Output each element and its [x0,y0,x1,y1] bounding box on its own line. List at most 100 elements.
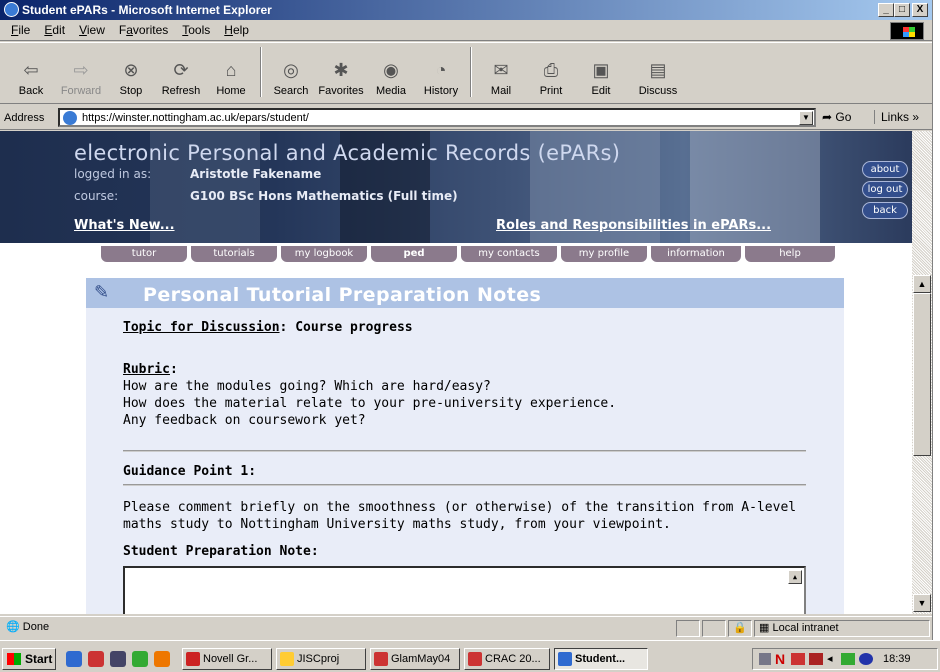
scroll-down-button[interactable]: ▼ [913,594,931,612]
topic-label[interactable]: Topic for Discussion [123,320,280,335]
scroll-thumb[interactable] [913,293,931,456]
status-text: 🌐 Done [6,621,50,633]
task-glammay04[interactable]: GlamMay04 [370,648,460,670]
roles-link[interactable]: Roles and Responsibilities in ePARs... [496,218,771,233]
home-icon: ⌂ [225,59,237,80]
address-dropdown-button[interactable]: ▼ [799,111,813,125]
rubric-text: How are the modules going? Which are har… [123,379,491,394]
address-bar: Address https://winster.nottingham.ac.uk… [0,106,932,130]
topic-value: : Course progress [279,320,413,335]
novell-icon[interactable] [132,651,148,667]
tray-app-icon[interactable] [841,653,855,665]
rubric-text: Any feedback on coursework yet? [123,413,366,428]
folder-icon [280,652,294,666]
page-done-icon: 🌐 [6,621,20,633]
address-input[interactable]: https://winster.nottingham.ac.uk/epars/s… [58,108,816,127]
desktop-icon[interactable] [110,651,126,667]
network-icon[interactable] [759,653,771,665]
tray-app-icon[interactable] [809,653,823,665]
menu-tools[interactable]: Tools [175,23,217,37]
desktop-edge [932,0,940,672]
menu-view[interactable]: View [72,23,112,37]
user-name: Aristotle Fakename [190,167,322,181]
acrobat-icon[interactable] [88,651,104,667]
tray-ie-icon[interactable] [859,653,873,665]
close-button[interactable]: X [912,3,928,17]
whats-new-link[interactable]: What's New... [74,218,175,233]
windows-flag-icon [7,653,21,665]
edit-icon: ▣ [592,59,610,80]
back-nav-button[interactable]: back [862,202,908,219]
tab-my-logbook[interactable]: my logbook [281,246,367,262]
powerpoint-icon [374,652,388,666]
tab-my-profile[interactable]: my profile [561,246,647,262]
novell-n-icon[interactable]: N [775,649,785,669]
edit-button[interactable]: ▣ Edit [576,43,626,101]
minimize-button[interactable]: _ [878,3,894,17]
back-button[interactable]: ⇦ Back [6,43,56,101]
logged-in-label: logged in as: [74,167,152,181]
tab-tutorials[interactable]: tutorials [191,246,277,262]
student-note-textarea[interactable]: ▲ [123,566,806,614]
address-url: https://winster.nottingham.ac.uk/epars/s… [82,111,309,124]
search-button[interactable]: ◎ Search [266,43,316,101]
mail-icon: ✉ [493,59,509,80]
tab-information[interactable]: information [651,246,741,262]
about-button[interactable]: about [862,161,908,178]
task-crac[interactable]: CRAC 20... [464,648,550,670]
clock[interactable]: 18:39 [883,649,911,669]
toolbar-separator [260,47,262,97]
menu-favorites[interactable]: Favorites [112,23,175,37]
task-novell[interactable]: Novell Gr... [182,648,272,670]
refresh-button[interactable]: ⟳ Refresh [156,43,206,101]
discuss-icon: ▤ [649,59,667,80]
forward-button[interactable]: ⇨ Forward [56,43,106,101]
task-student[interactable]: Student... [554,648,648,670]
history-icon: ◔ [435,59,447,80]
window-title: Student ePARs - Microsoft Internet Explo… [22,3,272,17]
media-player-icon[interactable] [154,651,170,667]
mail-button[interactable]: ✉ Mail [476,43,526,101]
discuss-button[interactable]: ▤ Discuss [626,43,690,101]
tab-tutor[interactable]: tutor [101,246,187,262]
home-button[interactable]: ⌂ Home [206,43,256,101]
guidance-text: Please comment briefly on the smoothness… [123,500,797,515]
maximize-button[interactable]: □ [894,3,910,17]
textarea-scroll-up-icon[interactable]: ▲ [788,570,802,584]
volume-icon[interactable]: ◂ [827,649,833,669]
search-icon: ◎ [283,59,299,80]
tray-app-icon[interactable] [791,653,805,665]
stop-button[interactable]: ⊗ Stop [106,43,156,101]
menu-file[interactable]: File [4,23,37,37]
lock-icon: 🔒 [728,620,752,637]
title-bar: Student ePARs - Microsoft Internet Explo… [0,0,932,20]
ie-quicklaunch-icon[interactable] [66,651,82,667]
menu-help[interactable]: Help [217,23,256,37]
menu-edit[interactable]: Edit [37,23,72,37]
page-viewport: electronic Personal and Academic Records… [0,131,912,614]
rubric-line: Rubric: [123,362,178,377]
logout-button[interactable]: log out [862,181,908,198]
favorites-button[interactable]: ✱ Favorites [316,43,366,101]
media-button[interactable]: ◉ Media [366,43,416,101]
go-button[interactable]: ➦ Go [822,110,851,124]
tab-help[interactable]: help [745,246,835,262]
task-jiscproj[interactable]: JISCproj [276,648,366,670]
history-button[interactable]: ◔ History [416,43,466,101]
page-scrollbar[interactable]: ▲ ▼ [912,131,932,614]
scroll-up-button[interactable]: ▲ [913,275,931,293]
start-button[interactable]: Start [2,648,56,670]
print-icon: ⎙ [543,59,559,80]
page-title: Personal Tutorial Preparation Notes [143,284,542,306]
links-button[interactable]: Links » [874,110,919,124]
menu-bar: File Edit View Favorites Tools Help [0,20,932,41]
rubric-label[interactable]: Rubric [123,362,170,377]
notes-panel: ✎ Personal Tutorial Preparation Notes To… [86,278,844,614]
epars-banner: electronic Personal and Academic Records… [0,131,912,243]
status-pane [676,620,700,637]
tab-my-contacts[interactable]: my contacts [461,246,557,262]
tab-ped[interactable]: ped [371,246,457,262]
print-button[interactable]: ⎙ Print [526,43,576,101]
back-arrow-icon: ⇦ [23,59,39,80]
novell-icon [186,652,200,666]
